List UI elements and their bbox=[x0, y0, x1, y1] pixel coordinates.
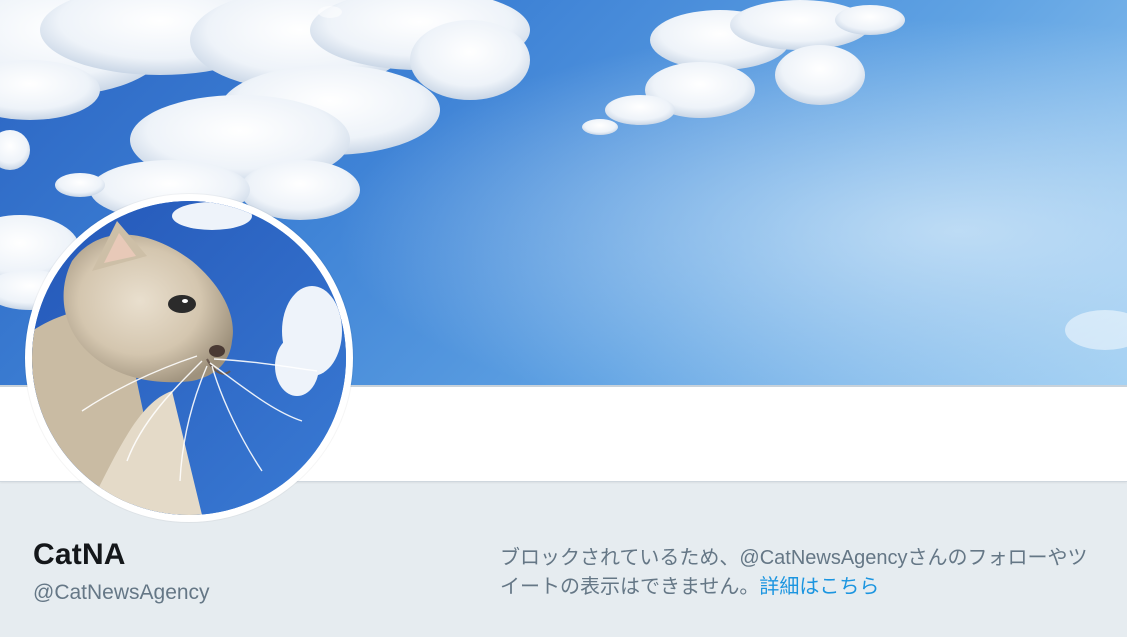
cat-icon bbox=[32, 201, 346, 515]
blocked-notice-line-1: ブロックされているため、@CatNewsAgencyさんのフォローやツ bbox=[500, 547, 1088, 569]
profile-avatar[interactable] bbox=[25, 194, 353, 522]
blocked-notice: ブロックされているため、@CatNewsAgencyさんのフォローやツ イートの… bbox=[500, 544, 1127, 602]
blocked-notice-line-2: イートの表示はできません。詳細はこちら bbox=[500, 573, 1127, 602]
blocked-notice-line-2-text: イートの表示はできません。 bbox=[500, 576, 760, 598]
cat-avatar-image bbox=[32, 201, 346, 515]
profile-handle[interactable]: @CatNewsAgency bbox=[33, 581, 210, 605]
profile-page: CatNA @CatNewsAgency ブロックされているため、@CatNew… bbox=[0, 0, 1127, 637]
learn-more-link[interactable]: 詳細はこちら bbox=[759, 576, 879, 598]
profile-name[interactable]: CatNA bbox=[33, 538, 126, 572]
